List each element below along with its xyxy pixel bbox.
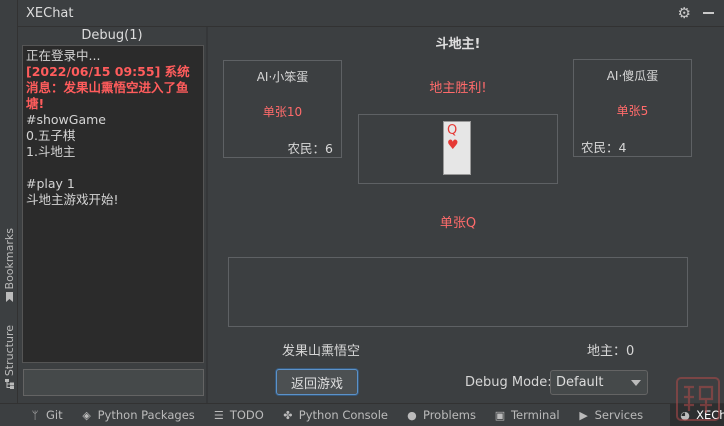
tab-python-packages[interactable]: ◈ Python Packages (72, 404, 204, 426)
tool-window-titlebar: XEChat ⚙ (18, 0, 724, 27)
tab-todo[interactable]: ☰ TODO (204, 404, 273, 426)
structure-icon (4, 379, 14, 390)
left-player-role: 农民：6 (287, 141, 333, 156)
python-icon: ✤ (283, 408, 293, 422)
debug-mode-label: Debug Mode: (465, 375, 552, 390)
chevron-down-icon (631, 380, 641, 386)
log-line: 正在登录中... (26, 48, 101, 63)
play-icon: ▶ (579, 408, 588, 422)
log-line: 斗地主游戏开始! (26, 192, 119, 207)
my-hand-area (228, 257, 688, 327)
watermark-logo-icon (676, 377, 720, 421)
winner-text: 地主胜利! (429, 81, 487, 96)
git-branch-icon: ᛘ (31, 408, 39, 422)
debug-mode-value: Default (556, 375, 604, 390)
tab-todo-label: TODO (229, 408, 264, 422)
bookmark-icon (5, 292, 13, 303)
log-line: 1.斗地主 (26, 144, 76, 159)
debug-header: Debug(1) (81, 28, 143, 43)
structure-tab[interactable]: Structure (0, 325, 18, 390)
my-player-name: 发果山熏悟空 (282, 344, 361, 359)
tab-python-console[interactable]: ✤ Python Console (273, 404, 397, 426)
tab-git[interactable]: ᛘ Git (20, 404, 72, 426)
log-line: #play 1 (26, 176, 75, 191)
tab-services-label: Services (594, 408, 644, 422)
structure-tab-label: Structure (2, 325, 16, 377)
tab-git-label: Git (46, 408, 63, 422)
playing-card: Q ♥ (443, 121, 471, 175)
tab-services[interactable]: ▶ Services (569, 404, 653, 426)
left-player-last-play: 单张10 (262, 105, 303, 119)
layers-icon: ◈ (82, 408, 91, 422)
tab-terminal-label: Terminal (510, 408, 560, 422)
minimize-icon[interactable] (703, 12, 714, 14)
log-line: #showGame (26, 112, 106, 127)
tab-terminal[interactable]: ▣ Terminal (485, 404, 569, 426)
right-player-panel: AI·傻瓜蛋 单张5 农民：4 (573, 59, 692, 157)
landlord-count: 地主：0 (587, 344, 635, 359)
log-line: 0.五子棋 (26, 128, 76, 143)
left-player-name: AI·小笨蛋 (256, 70, 309, 84)
left-tool-strip: Bookmarks Structure (0, 0, 18, 403)
card-rank: Q (447, 123, 458, 138)
game-title: 斗地主! (435, 37, 481, 52)
debug-command-input[interactable] (23, 369, 204, 396)
bookmarks-tab-label: Bookmarks (2, 228, 16, 290)
right-player-role: 农民：4 (581, 140, 627, 155)
back-to-game-button[interactable]: 返回游戏 (276, 369, 358, 395)
log-line-system-message: [2022/06/15 09:55] 系统消息：发果山熏悟空进入了鱼塘! (26, 64, 190, 111)
tab-python-packages-label: Python Packages (97, 408, 195, 422)
bookmarks-tab[interactable]: Bookmarks (0, 228, 18, 303)
left-player-panel: AI·小笨蛋 单张10 农民：6 (223, 60, 342, 158)
tab-problems-label: Problems (422, 408, 476, 422)
right-player-name: AI·傻瓜蛋 (606, 69, 659, 83)
debug-log[interactable]: 正在登录中... [2022/06/15 09:55] 系统消息：发果山熏悟空进… (22, 45, 204, 363)
info-icon: ● (407, 408, 417, 422)
list-icon: ☰ (213, 408, 224, 422)
window-title: XEChat (26, 5, 74, 21)
panel-splitter[interactable] (206, 27, 208, 403)
tab-problems[interactable]: ● Problems (397, 404, 485, 426)
gear-icon[interactable]: ⚙ (678, 4, 691, 22)
bottom-tool-bar: ᛘ Git ◈ Python Packages ☰ TODO ✤ Python … (0, 403, 724, 426)
right-player-last-play: 单张5 (616, 104, 649, 118)
debug-mode-select[interactable]: Default (550, 370, 648, 395)
terminal-icon: ▣ (494, 408, 506, 422)
tab-python-console-label: Python Console (298, 408, 388, 422)
last-play-text: 单张Q (439, 216, 477, 231)
heart-icon: ♥ (447, 138, 459, 153)
